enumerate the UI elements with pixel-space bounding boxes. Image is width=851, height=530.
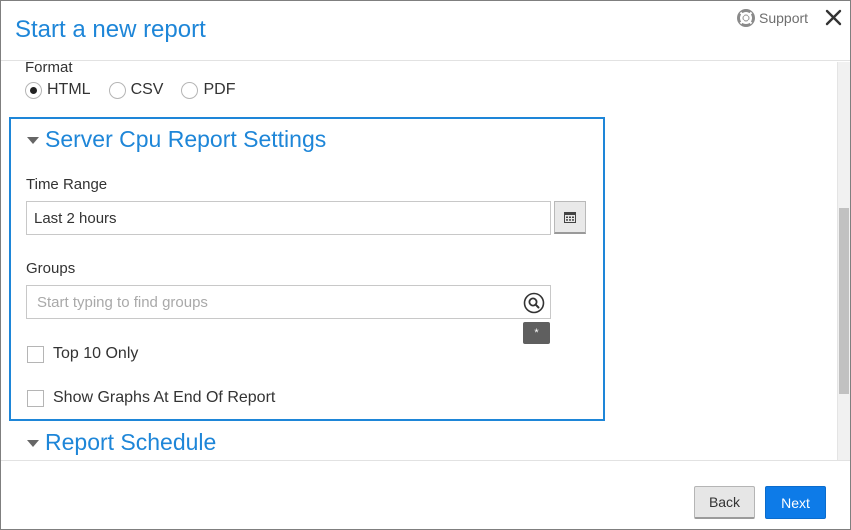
radio-csv-label: CSV [130, 81, 164, 98]
show-graphs-label: Show Graphs At End Of Report [53, 389, 276, 406]
search-icon[interactable] [523, 292, 545, 314]
format-option-csv[interactable]: CSV [108, 81, 164, 99]
top-10-only-checkbox[interactable] [27, 345, 44, 363]
format-radio-group: HTML CSV PDF [25, 81, 253, 99]
lifebuoy-icon [737, 9, 755, 27]
format-option-html[interactable]: HTML [25, 81, 91, 99]
schedule-section-toggle[interactable]: Report Schedule [27, 429, 216, 456]
close-button[interactable] [824, 8, 844, 28]
caret-down-icon [27, 136, 39, 144]
schedule-section-title: Report Schedule [45, 429, 217, 455]
time-range-input[interactable] [26, 201, 551, 235]
settings-section-title: Server Cpu Report Settings [45, 126, 327, 152]
settings-section-toggle[interactable]: Server Cpu Report Settings [27, 126, 326, 153]
radio-csv[interactable] [108, 81, 126, 99]
report-modal: Start a new report Support Format HTML C… [0, 0, 851, 530]
radio-pdf-label: PDF [203, 81, 236, 98]
settings-section: Server Cpu Report Settings Time Range Gr… [9, 117, 605, 421]
calendar-button[interactable] [554, 201, 586, 234]
groups-search-input[interactable] [26, 285, 551, 319]
top-10-only-option[interactable]: Top 10 Only [27, 345, 138, 363]
radio-pdf[interactable] [181, 81, 199, 99]
modal-body: Format HTML CSV PDF Server Cpu Report Se… [1, 62, 850, 460]
time-range-label: Time Range [26, 176, 108, 193]
modal-title: Start a new report [15, 16, 206, 43]
next-button[interactable]: Next [765, 486, 826, 519]
calendar-icon [564, 212, 576, 223]
close-icon [825, 9, 842, 26]
modal-footer: Back Next [1, 460, 850, 529]
radio-html-label: HTML [47, 81, 91, 98]
support-label: Support [759, 10, 809, 26]
radio-html[interactable] [25, 81, 42, 99]
scrollbar[interactable] [837, 62, 850, 460]
groups-label: Groups [26, 260, 76, 277]
back-button[interactable]: Back [694, 486, 755, 519]
top-10-only-label: Top 10 Only [53, 345, 139, 362]
modal-header: Start a new report Support [1, 1, 850, 61]
format-label: Format [25, 62, 73, 76]
format-option-pdf[interactable]: PDF [181, 81, 235, 99]
show-graphs-checkbox[interactable] [27, 389, 44, 407]
show-graphs-option[interactable]: Show Graphs At End Of Report [27, 389, 275, 407]
scrollbar-thumb[interactable] [839, 208, 849, 394]
groups-wildcard-tag[interactable]: * [523, 322, 550, 344]
support-link[interactable]: Support [737, 9, 808, 27]
caret-down-icon [27, 439, 39, 447]
